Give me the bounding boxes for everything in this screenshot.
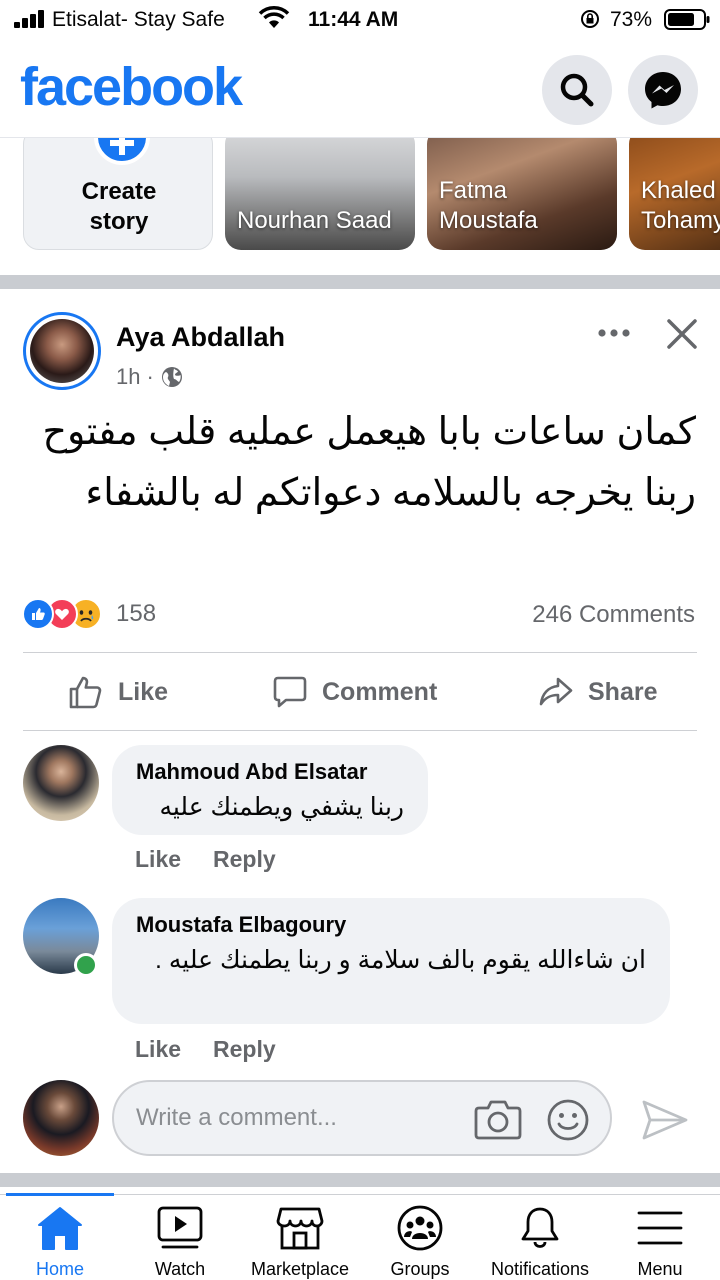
comment-text: ربنا يشفي ويطمنك عليه bbox=[159, 793, 404, 821]
plus-icon bbox=[94, 138, 150, 165]
create-story-card[interactable]: Create story bbox=[23, 138, 213, 250]
story-author: Fatma Moustafa bbox=[439, 177, 538, 234]
battery-percent: 73% bbox=[610, 8, 653, 31]
carrier-name: Etisalat- Stay Safe bbox=[52, 8, 225, 31]
story-author: Nourhan Saad bbox=[237, 207, 392, 234]
comment-author[interactable]: Mahmoud Abd Elsatar bbox=[136, 759, 404, 785]
comment-like-button[interactable]: Like bbox=[135, 1036, 181, 1063]
messenger-button[interactable] bbox=[628, 55, 698, 125]
story-author: Khaled Tohamy bbox=[641, 177, 720, 234]
comment-actions: Like Reply bbox=[135, 1036, 276, 1063]
tab-label: Marketplace bbox=[250, 1259, 350, 1279]
tab-label: Home bbox=[35, 1259, 84, 1279]
comment-icon bbox=[273, 676, 307, 708]
post-author-avatar[interactable] bbox=[23, 312, 101, 390]
marketplace-icon bbox=[276, 1207, 324, 1250]
comment-actions: Like Reply bbox=[135, 846, 276, 873]
online-status-icon bbox=[74, 953, 98, 977]
tab-label: Groups bbox=[390, 1259, 450, 1279]
send-icon[interactable] bbox=[640, 1098, 690, 1142]
comment-label: Comment bbox=[322, 677, 438, 706]
reaction-count: 158 bbox=[116, 600, 157, 627]
comment-reply-button[interactable]: Reply bbox=[213, 1036, 276, 1063]
story-card[interactable]: Nourhan Saad bbox=[225, 138, 415, 250]
my-avatar[interactable] bbox=[23, 1080, 99, 1156]
bottom-tab-bar: Home Watch Marketplace Groups Notificati… bbox=[0, 1193, 720, 1280]
wifi-icon bbox=[258, 6, 290, 28]
comment-like-button[interactable]: Like bbox=[135, 846, 181, 873]
comment-input[interactable]: Write a comment... bbox=[112, 1080, 612, 1156]
comment-bubble[interactable]: Mahmoud Abd Elsatar ربنا يشفي ويطمنك علي… bbox=[112, 745, 428, 835]
post-text: كمان ساعات بابا هيعمل عمليه قلب مفتوح رب… bbox=[42, 411, 696, 514]
search-button[interactable] bbox=[542, 55, 612, 125]
comments-count[interactable]: 246 Comments bbox=[532, 601, 695, 629]
share-button[interactable]: Share bbox=[538, 670, 657, 714]
create-story-label: Create story bbox=[81, 178, 157, 235]
divider bbox=[23, 730, 697, 731]
tab-notifications[interactable]: Notifications bbox=[480, 1195, 600, 1280]
comment-author[interactable]: Moustafa Elbagoury bbox=[136, 912, 646, 938]
tab-label: Watch bbox=[154, 1259, 206, 1279]
search-icon bbox=[560, 73, 594, 107]
signal-icon bbox=[14, 10, 46, 28]
watch-icon bbox=[157, 1206, 203, 1249]
status-bar: Etisalat- Stay Safe 11:44 AM 73% bbox=[0, 0, 720, 40]
close-icon[interactable] bbox=[664, 316, 700, 352]
comment-button[interactable]: Comment bbox=[272, 670, 437, 714]
rotation-lock-icon bbox=[581, 10, 599, 28]
tab-label: Menu bbox=[637, 1259, 683, 1279]
comment-input-placeholder: Write a comment... bbox=[136, 1104, 337, 1131]
comment-reply-button[interactable]: Reply bbox=[213, 846, 276, 873]
groups-icon bbox=[397, 1205, 443, 1251]
tab-home[interactable]: Home bbox=[0, 1193, 120, 1280]
comment-text: ان شاءالله يقوم بالف سلامة و ربنا يطمنك … bbox=[155, 946, 646, 974]
tab-menu[interactable]: Menu bbox=[600, 1195, 720, 1280]
story-card[interactable]: Khaled Tohamy bbox=[629, 138, 720, 250]
share-icon bbox=[539, 677, 573, 706]
story-card[interactable]: Fatma Moustafa bbox=[427, 138, 617, 250]
active-tab-indicator bbox=[6, 1193, 114, 1196]
facebook-logo[interactable]: facebook bbox=[20, 56, 243, 118]
messenger-icon bbox=[645, 72, 681, 109]
globe-icon bbox=[161, 367, 182, 387]
app-header: facebook bbox=[0, 40, 720, 138]
meta-separator: · bbox=[146, 364, 154, 389]
post-meta: 1h · bbox=[116, 364, 184, 390]
post-author-name[interactable]: Aya Abdallah bbox=[116, 322, 285, 353]
like-label: Like bbox=[118, 677, 169, 706]
battery-icon bbox=[664, 9, 710, 30]
tab-label: Notifications bbox=[490, 1259, 590, 1279]
tab-groups[interactable]: Groups bbox=[360, 1195, 480, 1280]
like-reaction-icon bbox=[22, 598, 54, 630]
comment-bubble[interactable]: Moustafa Elbagoury ان شاءالله يقوم بالف … bbox=[112, 898, 670, 1024]
like-button[interactable]: Like bbox=[68, 670, 168, 714]
more-options-icon[interactable] bbox=[594, 318, 634, 348]
reactions-summary[interactable]: 158 bbox=[22, 598, 156, 630]
section-divider bbox=[0, 275, 720, 289]
stories-tray: Create story Nourhan Saad Fatma Moustafa… bbox=[0, 138, 720, 274]
bell-icon bbox=[521, 1207, 559, 1248]
camera-icon[interactable] bbox=[474, 1098, 522, 1140]
home-icon bbox=[38, 1207, 82, 1250]
post-time[interactable]: 1h bbox=[116, 364, 140, 390]
thumbs-up-icon bbox=[69, 676, 102, 709]
clock: 11:44 AM bbox=[308, 8, 399, 31]
emoji-icon[interactable] bbox=[546, 1098, 590, 1142]
tab-marketplace[interactable]: Marketplace bbox=[240, 1195, 360, 1280]
share-label: Share bbox=[588, 677, 658, 706]
section-divider bbox=[0, 1173, 720, 1187]
tab-watch[interactable]: Watch bbox=[120, 1195, 240, 1280]
menu-icon bbox=[637, 1211, 683, 1245]
divider bbox=[23, 652, 697, 653]
commenter-avatar[interactable] bbox=[23, 745, 99, 821]
